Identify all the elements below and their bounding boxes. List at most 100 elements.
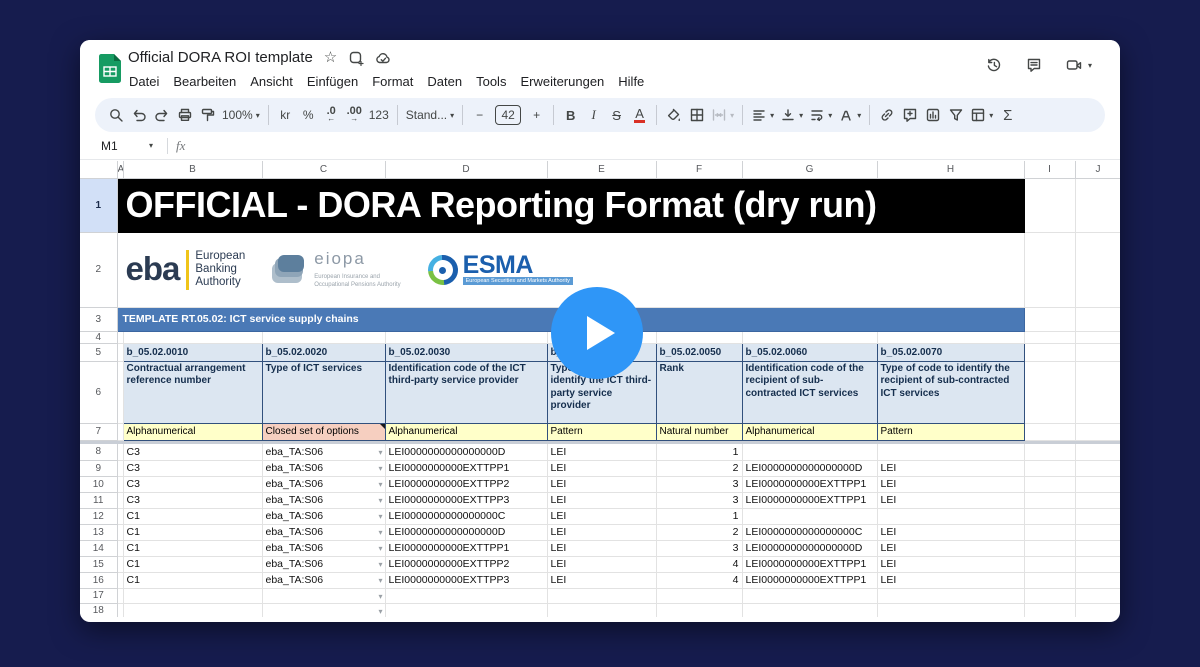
horizontal-align-button[interactable]: ▾: [748, 102, 777, 128]
cell-H9[interactable]: LEI: [877, 460, 1024, 476]
cell-C9[interactable]: eba_TA:S06▾: [262, 460, 385, 476]
cell-D8[interactable]: LEI0000000000000000D: [385, 444, 547, 460]
cell-type-b_05.02.0050[interactable]: Natural number: [656, 423, 742, 440]
functions-button[interactable]: Σ: [996, 102, 1019, 128]
cell-G16[interactable]: LEI0000000000EXTTPP1: [742, 572, 877, 588]
dropdown-arrow-icon[interactable]: ▾: [378, 592, 382, 601]
cell-code-b_05.02.0010[interactable]: b_05.02.0010: [123, 343, 262, 361]
row-header-13[interactable]: 13: [80, 524, 117, 540]
cell-F11[interactable]: 3: [656, 492, 742, 508]
cell-D15[interactable]: LEI0000000000EXTTPP2: [385, 556, 547, 572]
cell-F16[interactable]: 4: [656, 572, 742, 588]
cell-H10[interactable]: LEI: [877, 476, 1024, 492]
document-status-cloud-icon[interactable]: [375, 50, 391, 66]
row-header-12[interactable]: 12: [80, 508, 117, 524]
cell-J9[interactable]: [1075, 460, 1120, 476]
cell-D12[interactable]: LEI0000000000000000C: [385, 508, 547, 524]
cell-J1[interactable]: [1075, 178, 1120, 232]
column-header-D[interactable]: D: [385, 161, 547, 178]
dropdown-arrow-icon[interactable]: ▾: [378, 560, 382, 569]
cell-I17[interactable]: [1024, 588, 1075, 603]
cell-code-b_05.02.0050[interactable]: b_05.02.0050: [656, 343, 742, 361]
cell-D13[interactable]: LEI0000000000000000D: [385, 524, 547, 540]
italic-button[interactable]: I: [582, 102, 605, 128]
cell-B12[interactable]: C1: [123, 508, 262, 524]
cell-C8[interactable]: eba_TA:S06▾: [262, 444, 385, 460]
text-rotation-button[interactable]: ▾: [835, 102, 864, 128]
dropdown-arrow-icon[interactable]: ▾: [378, 576, 382, 585]
decrease-decimal-button[interactable]: .0←: [320, 102, 343, 128]
cell-I18[interactable]: [1024, 603, 1075, 617]
cell-I12[interactable]: [1024, 508, 1075, 524]
borders-button[interactable]: [685, 102, 708, 128]
cell-F12[interactable]: 1: [656, 508, 742, 524]
cell-desc-b_05.02.0060[interactable]: Identification code of the recipient of …: [742, 361, 877, 423]
dropdown-arrow-icon[interactable]: ▾: [378, 607, 382, 616]
cell-F15[interactable]: 4: [656, 556, 742, 572]
row-header-11[interactable]: 11: [80, 492, 117, 508]
row-header-8[interactable]: 8: [80, 444, 117, 460]
cell-E10[interactable]: LEI: [547, 476, 656, 492]
column-header-H[interactable]: H: [877, 161, 1024, 178]
cell-J11[interactable]: [1075, 492, 1120, 508]
cell-F8[interactable]: 1: [656, 444, 742, 460]
cell-F13[interactable]: 2: [656, 524, 742, 540]
cell-J5[interactable]: [1075, 343, 1120, 361]
cell-J3[interactable]: [1075, 307, 1120, 331]
cell-I9[interactable]: [1024, 460, 1075, 476]
cell-C10[interactable]: eba_TA:S06▾: [262, 476, 385, 492]
cell-G15[interactable]: LEI0000000000EXTTPP1: [742, 556, 877, 572]
row-header-3[interactable]: 3: [80, 307, 117, 331]
strikethrough-button[interactable]: S: [605, 102, 628, 128]
cell-B10[interactable]: C3: [123, 476, 262, 492]
cell-I11[interactable]: [1024, 492, 1075, 508]
fill-color-button[interactable]: [662, 102, 685, 128]
cell-desc-b_05.02.0010[interactable]: Contractual arrangement reference number: [123, 361, 262, 423]
cell-E15[interactable]: LEI: [547, 556, 656, 572]
row-header-6[interactable]: 6: [80, 361, 117, 423]
cell-H16[interactable]: LEI: [877, 572, 1024, 588]
select-all-corner[interactable]: [80, 161, 117, 178]
cell-C14[interactable]: eba_TA:S06▾: [262, 540, 385, 556]
row-header-2[interactable]: 2: [80, 232, 117, 307]
cell-J15[interactable]: [1075, 556, 1120, 572]
cell-G9[interactable]: LEI0000000000000000D: [742, 460, 877, 476]
column-header-J[interactable]: J: [1075, 161, 1120, 178]
cell-B15[interactable]: C1: [123, 556, 262, 572]
cell-E12[interactable]: LEI: [547, 508, 656, 524]
menu-bearbeiten[interactable]: Bearbeiten: [166, 72, 243, 91]
cell-G11[interactable]: LEI0000000000EXTTPP1: [742, 492, 877, 508]
cell-H15[interactable]: LEI: [877, 556, 1024, 572]
dropdown-arrow-icon[interactable]: ▾: [378, 496, 382, 505]
cell-code-b_05.02.0060[interactable]: b_05.02.0060: [742, 343, 877, 361]
dropdown-arrow-icon[interactable]: ▾: [378, 528, 382, 537]
cell-B14[interactable]: C1: [123, 540, 262, 556]
cell-C11[interactable]: eba_TA:S06▾: [262, 492, 385, 508]
undo-button[interactable]: [127, 102, 150, 128]
cell-E16[interactable]: LEI: [547, 572, 656, 588]
row-header-15[interactable]: 15: [80, 556, 117, 572]
cell-type-b_05.02.0010[interactable]: Alphanumerical: [123, 423, 262, 440]
menu-datei[interactable]: Datei: [122, 72, 166, 91]
increase-font-size-button[interactable]: +: [525, 102, 548, 128]
cell-B11[interactable]: C3: [123, 492, 262, 508]
cell-I15[interactable]: [1024, 556, 1075, 572]
row-header-7[interactable]: 7: [80, 423, 117, 440]
insert-chart-button[interactable]: [921, 102, 944, 128]
cell-B16[interactable]: C1: [123, 572, 262, 588]
cell-H11[interactable]: LEI: [877, 492, 1024, 508]
row-header-10[interactable]: 10: [80, 476, 117, 492]
cell-B18[interactable]: [123, 603, 262, 617]
paint-format-button[interactable]: [196, 102, 219, 128]
cell-I16[interactable]: [1024, 572, 1075, 588]
more-formats-button[interactable]: 123: [366, 102, 392, 128]
document-title[interactable]: Official DORA ROI template: [128, 49, 313, 66]
cell-C12[interactable]: eba_TA:S06▾: [262, 508, 385, 524]
sheets-logo-icon[interactable]: [99, 54, 121, 83]
cell-G18[interactable]: [742, 603, 877, 617]
font-size-input[interactable]: 42: [495, 105, 521, 125]
cell-H14[interactable]: LEI: [877, 540, 1024, 556]
cell-E11[interactable]: LEI: [547, 492, 656, 508]
cell-J13[interactable]: [1075, 524, 1120, 540]
search-button[interactable]: [104, 102, 127, 128]
